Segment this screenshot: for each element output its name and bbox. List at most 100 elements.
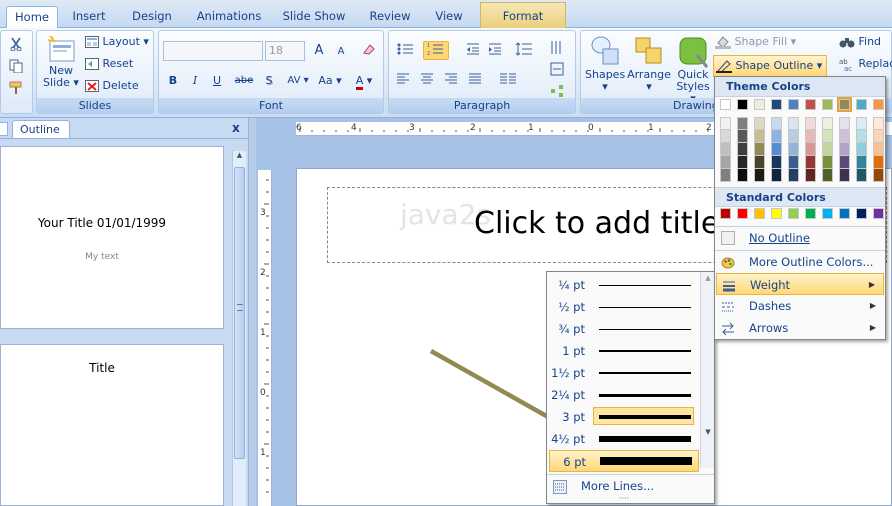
- theme-shade-swatch[interactable]: [822, 117, 833, 130]
- tab-format[interactable]: Format: [480, 2, 566, 28]
- theme-color-swatch[interactable]: [771, 99, 782, 110]
- standard-color-swatch[interactable]: [805, 208, 816, 219]
- theme-shade-swatch[interactable]: [737, 117, 748, 130]
- theme-shade-swatch[interactable]: [873, 117, 884, 130]
- standard-color-swatch[interactable]: [771, 208, 782, 219]
- theme-shade-swatch[interactable]: [771, 169, 782, 182]
- standard-color-swatch[interactable]: [720, 208, 731, 219]
- tab-review[interactable]: Review: [362, 6, 418, 28]
- pane-splitter[interactable]: [248, 118, 256, 506]
- slide-thumbnail-2[interactable]: Title: [0, 344, 224, 506]
- font-size-box[interactable]: 18: [265, 41, 305, 61]
- weight-menu-item[interactable]: Weight ▶: [716, 273, 884, 295]
- theme-color-swatch[interactable]: [754, 99, 765, 110]
- theme-shade-swatch[interactable]: [839, 130, 850, 143]
- theme-shade-swatch[interactable]: [805, 143, 816, 156]
- theme-shade-swatch[interactable]: [805, 130, 816, 143]
- theme-shade-swatch[interactable]: [856, 143, 867, 156]
- theme-color-swatch[interactable]: [737, 99, 748, 110]
- theme-shade-swatch[interactable]: [822, 169, 833, 182]
- resize-grip[interactable]: ····: [619, 494, 629, 503]
- copy-icon[interactable]: [9, 59, 23, 76]
- theme-shade-swatch[interactable]: [856, 156, 867, 169]
- weight-item[interactable]: ½ pt: [549, 296, 699, 318]
- shadow-button[interactable]: S: [259, 71, 279, 90]
- dashes-menu-item[interactable]: Dashes ▶: [716, 295, 884, 317]
- theme-shade-swatch[interactable]: [856, 169, 867, 182]
- new-slide-button[interactable]: New Slide ▾: [41, 35, 81, 89]
- theme-shade-swatch[interactable]: [737, 143, 748, 156]
- theme-shade-swatch[interactable]: [720, 156, 731, 169]
- slide-thumbnail-1[interactable]: Your Title 01/01/1999 My text: [0, 146, 224, 329]
- theme-shade-swatch[interactable]: [805, 117, 816, 130]
- tab-insert[interactable]: Insert: [62, 6, 116, 28]
- font-color-button[interactable]: A ▾: [349, 71, 379, 90]
- theme-color-swatch[interactable]: [788, 99, 799, 110]
- theme-shade-swatch[interactable]: [754, 130, 765, 143]
- theme-color-swatch[interactable]: [856, 99, 867, 110]
- columns-icon[interactable]: [493, 71, 523, 90]
- theme-shade-swatch[interactable]: [771, 117, 782, 130]
- theme-shade-swatch[interactable]: [788, 156, 799, 169]
- underline-button[interactable]: U: [207, 71, 227, 90]
- align-text-icon[interactable]: [547, 61, 567, 80]
- standard-color-swatch[interactable]: [839, 208, 850, 219]
- numbering-icon[interactable]: 12: [423, 41, 449, 60]
- shape-fill-button[interactable]: Shape Fill ▾: [715, 35, 796, 49]
- slides-tab-partial[interactable]: [0, 122, 8, 136]
- theme-shade-swatch[interactable]: [737, 156, 748, 169]
- theme-color-swatch[interactable]: [822, 99, 833, 110]
- line-spacing-icon[interactable]: [509, 41, 539, 60]
- layout-button[interactable]: Layout ▾: [85, 35, 149, 48]
- theme-shade-swatch[interactable]: [873, 169, 884, 182]
- shape-outline-button[interactable]: Shape Outline ▾: [713, 55, 828, 77]
- strikethrough-button[interactable]: abe: [231, 71, 257, 90]
- theme-shade-swatch[interactable]: [822, 130, 833, 143]
- theme-shade-swatch[interactable]: [822, 143, 833, 156]
- theme-shade-swatch[interactable]: [856, 130, 867, 143]
- theme-shade-swatch[interactable]: [873, 156, 884, 169]
- tab-slide-show[interactable]: Slide Show: [278, 6, 350, 28]
- theme-shade-swatch[interactable]: [737, 130, 748, 143]
- panel-scrollbar[interactable]: ▲: [232, 151, 246, 506]
- theme-shade-swatch[interactable]: [771, 156, 782, 169]
- weight-item[interactable]: ¼ pt: [549, 274, 699, 296]
- decrease-indent-icon[interactable]: [463, 41, 483, 60]
- increase-indent-icon[interactable]: [485, 41, 505, 60]
- theme-shade-swatch[interactable]: [771, 143, 782, 156]
- theme-shade-swatch[interactable]: [771, 130, 782, 143]
- theme-shade-swatch[interactable]: [788, 169, 799, 182]
- weight-item[interactable]: 4½ pt: [549, 428, 699, 450]
- weight-item[interactable]: 2¼ pt: [549, 384, 699, 406]
- scroll-down-icon[interactable]: ▼: [701, 428, 715, 436]
- theme-color-swatch[interactable]: [720, 99, 731, 110]
- theme-shade-swatch[interactable]: [788, 117, 799, 130]
- tab-view[interactable]: View: [426, 6, 472, 28]
- delete-button[interactable]: Delete: [85, 79, 139, 92]
- change-case-button[interactable]: Aa ▾: [315, 71, 345, 90]
- theme-shade-swatch[interactable]: [873, 130, 884, 143]
- text-direction-icon[interactable]: [547, 39, 567, 58]
- italic-button[interactable]: I: [185, 71, 205, 90]
- standard-color-swatch[interactable]: [822, 208, 833, 219]
- scroll-up-icon[interactable]: ▲: [701, 274, 715, 282]
- theme-shade-swatch[interactable]: [856, 117, 867, 130]
- cut-icon[interactable]: [9, 37, 23, 54]
- theme-shade-swatch[interactable]: [720, 169, 731, 182]
- no-outline-item[interactable]: No Outline: [716, 227, 884, 249]
- weight-item-selected[interactable]: 6 pt: [549, 450, 699, 472]
- shapes-button[interactable]: Shapes ▾: [585, 35, 625, 93]
- reset-button[interactable]: Reset: [85, 57, 133, 70]
- replace-button[interactable]: abac Replace: [839, 57, 892, 71]
- theme-color-swatch[interactable]: [873, 99, 884, 110]
- char-spacing-button[interactable]: AV ▾: [283, 71, 313, 90]
- theme-color-swatch[interactable]: [805, 99, 816, 110]
- arrows-menu-item[interactable]: Arrows ▶: [716, 317, 884, 339]
- theme-shade-swatch[interactable]: [754, 156, 765, 169]
- tab-design[interactable]: Design: [124, 6, 180, 28]
- theme-shade-swatch[interactable]: [720, 117, 731, 130]
- weight-item[interactable]: 1 pt: [549, 340, 699, 362]
- clear-format-icon[interactable]: [359, 41, 379, 60]
- align-left-icon[interactable]: [393, 71, 413, 90]
- theme-shade-swatch[interactable]: [805, 156, 816, 169]
